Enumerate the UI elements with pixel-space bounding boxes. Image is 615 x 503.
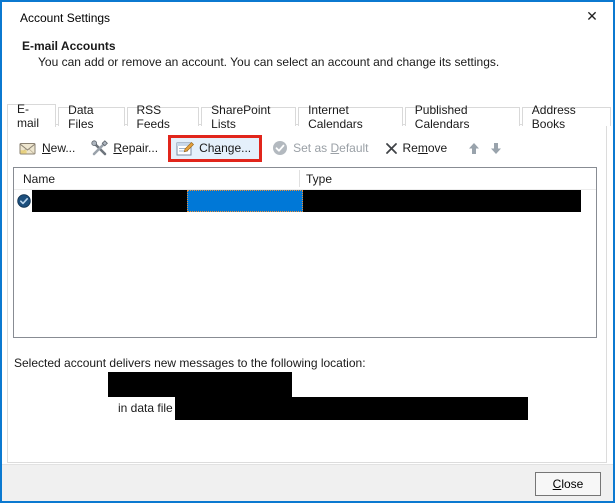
accounts-toolbar: New... Repair... Change... Set as Defaul… — [15, 134, 505, 162]
email-tab-page: New... Repair... Change... Set as Defaul… — [7, 124, 607, 463]
crossed-tools-icon — [91, 140, 109, 156]
redacted-account-type — [303, 190, 581, 212]
window-title: Account Settings — [20, 11, 111, 25]
set-as-default-button[interactable]: Set as Default — [268, 137, 372, 159]
form-pencil-icon — [176, 141, 195, 155]
tab-strip: E-mail Data Files RSS Feeds SharePoint L… — [7, 102, 613, 131]
change-account-button[interactable]: Change... — [171, 137, 260, 159]
column-divider — [299, 170, 300, 187]
new-button-label: New... — [42, 141, 76, 155]
redacted-data-file-path — [175, 397, 528, 420]
page-title: E-mail Accounts — [22, 39, 116, 53]
accounts-list[interactable]: Name Type — [13, 167, 597, 338]
envelope-icon — [19, 142, 36, 154]
redacted-delivery-location — [108, 372, 292, 397]
remove-account-button[interactable]: Remove — [381, 138, 452, 158]
move-up-button[interactable] — [465, 139, 483, 157]
tab-address-books[interactable]: Address Books — [521, 103, 611, 131]
new-account-button[interactable]: New... — [15, 138, 79, 158]
tab-sharepoint-lists[interactable]: SharePoint Lists — [201, 103, 297, 131]
tab-internet-calendars[interactable]: Internet Calendars — [298, 103, 403, 131]
tab-email[interactable]: E-mail — [7, 102, 57, 130]
arrow-up-icon — [469, 142, 480, 154]
tab-published-calendars[interactable]: Published Calendars — [404, 103, 520, 131]
tab-rss-feeds[interactable]: RSS Feeds — [126, 103, 200, 131]
move-down-button[interactable] — [487, 139, 505, 157]
default-account-icon — [17, 194, 31, 208]
window-close-button[interactable]: ✕ — [573, 2, 611, 30]
tab-data-files[interactable]: Data Files — [58, 103, 125, 131]
selection-highlight — [187, 190, 303, 212]
repair-account-button[interactable]: Repair... — [87, 137, 162, 159]
page-description: You can add or remove an account. You ca… — [38, 55, 500, 69]
data-file-label: in data file — [118, 401, 173, 415]
check-circle-icon — [273, 141, 288, 155]
redacted-account-name — [32, 190, 187, 212]
accounts-list-header: Name Type — [14, 168, 596, 190]
annotation-box-change: Change... — [168, 134, 263, 162]
close-button-label: Close — [552, 477, 584, 491]
column-header-type[interactable]: Type — [306, 172, 332, 186]
column-header-name[interactable]: Name — [23, 172, 55, 186]
change-button-label: Change... — [199, 141, 252, 155]
title-bar: Account Settings ✕ — [2, 2, 613, 32]
repair-button-label: Repair... — [113, 141, 159, 155]
close-icon: ✕ — [586, 7, 598, 24]
remove-x-icon — [385, 142, 397, 154]
arrow-down-icon — [491, 142, 502, 154]
delivery-location-text: Selected account delivers new messages t… — [14, 356, 366, 370]
close-button[interactable]: Close — [535, 472, 601, 496]
account-row-selected[interactable] — [14, 190, 596, 212]
set-default-button-label: Set as Default — [293, 141, 369, 155]
account-settings-dialog: Account Settings ✕ E-mail Accounts You c… — [0, 0, 615, 503]
dialog-footer: Close — [2, 464, 613, 501]
remove-button-label: Remove — [402, 141, 448, 155]
